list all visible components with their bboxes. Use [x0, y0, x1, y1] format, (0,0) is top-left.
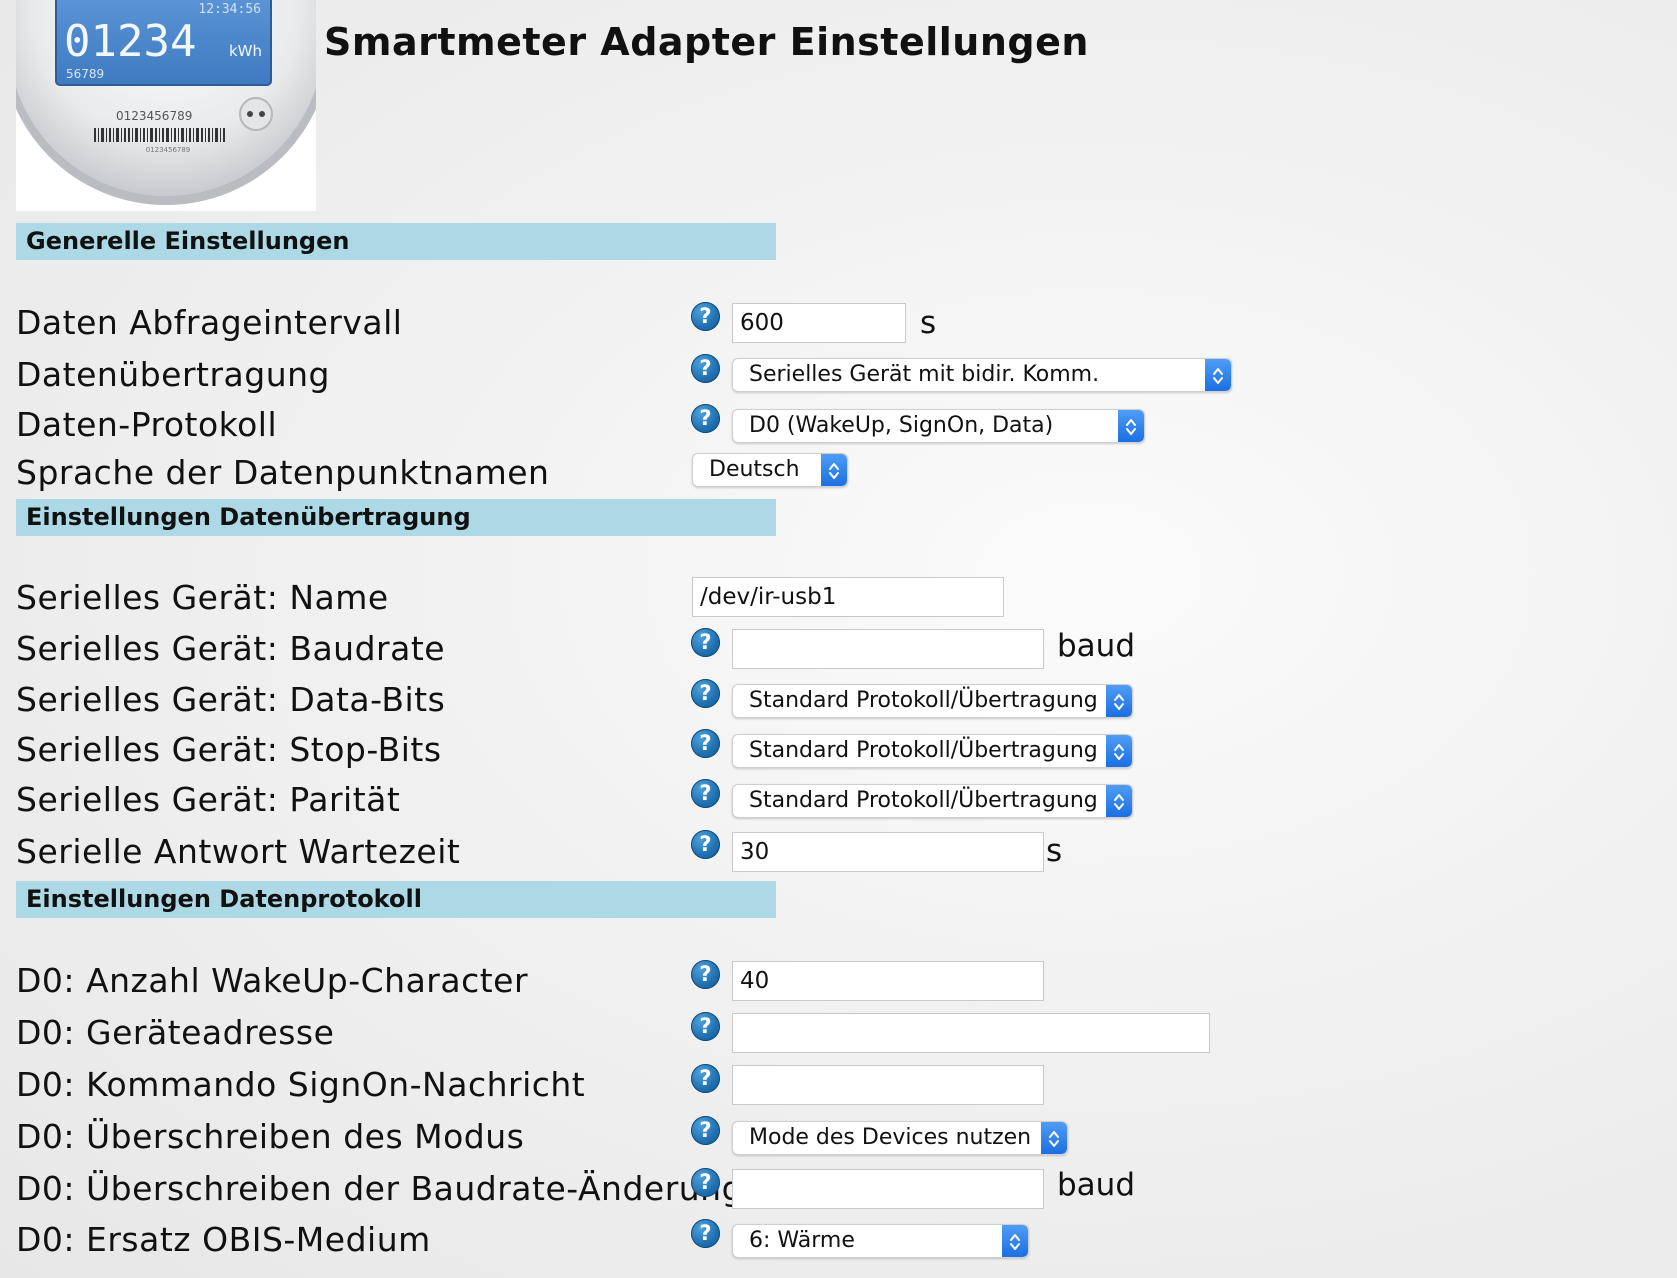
help-icon[interactable]: ? [691, 1219, 720, 1248]
serial-stopbits-value: Standard Protokoll/Übertragung [749, 738, 1098, 763]
page-title: Smartmeter Adapter Einstellungen [324, 20, 1089, 64]
serial-wait-unit: s [1046, 833, 1063, 869]
section-protocol-header: Einstellungen Datenprotokoll [16, 881, 776, 918]
smart-meter-icon: 12:34:56 01234 kWh 56789 0123456789 0123… [16, 0, 316, 205]
d0-baud-override-input[interactable] [732, 1169, 1044, 1209]
label-d0-wakeup: D0: Anzahl WakeUp-Character [16, 961, 529, 1000]
section-general-header: Generelle Einstellungen [16, 223, 776, 260]
help-icon[interactable]: ? [691, 1116, 720, 1145]
help-icon[interactable]: ? [691, 779, 720, 808]
serial-parity-select[interactable]: Standard Protokoll/Übertragung [732, 784, 1133, 818]
label-serial-databits: Serielles Gerät: Data-Bits [16, 680, 446, 719]
language-value: Deutsch [709, 457, 800, 482]
help-icon[interactable]: ? [691, 830, 720, 859]
d0-address-input[interactable] [732, 1013, 1210, 1053]
d0-mode-select[interactable]: Mode des Devices nutzen [732, 1121, 1068, 1155]
interval-unit: s [920, 305, 937, 341]
logo-small-number: 56789 [66, 67, 104, 81]
d0-obis-select[interactable]: 6: Wärme [732, 1224, 1029, 1258]
label-d0-address: D0: Geräteadresse [16, 1013, 335, 1052]
serial-wait-input[interactable]: 30 [732, 832, 1044, 872]
help-icon[interactable]: ? [691, 1064, 720, 1093]
serial-name-input[interactable]: /dev/ir-usb1 [692, 577, 1004, 617]
label-d0-obis: D0: Ersatz OBIS-Medium [16, 1220, 431, 1259]
serial-stopbits-select[interactable]: Standard Protokoll/Übertragung [732, 734, 1133, 768]
label-serial-stopbits: Serielles Gerät: Stop-Bits [16, 730, 442, 769]
help-icon[interactable]: ? [691, 302, 720, 331]
label-interval: Daten Abfrageintervall [16, 303, 403, 342]
help-icon[interactable]: ? [691, 960, 720, 989]
logo-time: 12:34:56 [198, 2, 261, 17]
protocol-value: D0 (WakeUp, SignOn, Data) [749, 413, 1054, 438]
help-icon[interactable]: ? [691, 628, 720, 657]
updown-chevron-icon [821, 454, 847, 486]
smart-meter-logo: 12:34:56 01234 kWh 56789 0123456789 0123… [16, 0, 316, 211]
transmission-select[interactable]: Serielles Gerät mit bidir. Komm. [732, 358, 1232, 392]
logo-barcode-text: 0123456789 [146, 146, 191, 154]
logo-unit: kWh [229, 42, 262, 60]
updown-chevron-icon [1002, 1225, 1028, 1257]
logo-serial: 0123456789 [116, 109, 192, 123]
label-d0-signon: D0: Kommando SignOn-Nachricht [16, 1065, 586, 1104]
serial-parity-value: Standard Protokoll/Übertragung [749, 788, 1098, 813]
interval-input[interactable]: 600 [732, 303, 906, 343]
label-serial-baud: Serielles Gerät: Baudrate [16, 629, 446, 668]
serial-baud-input[interactable] [732, 629, 1044, 669]
logo-reading: 01234 [64, 16, 196, 67]
d0-mode-value: Mode des Devices nutzen [749, 1125, 1032, 1150]
d0-obis-value: 6: Wärme [749, 1228, 855, 1253]
updown-chevron-icon [1205, 359, 1231, 391]
serial-baud-unit: baud [1057, 628, 1135, 664]
updown-chevron-icon [1106, 685, 1132, 717]
label-serial-name: Serielles Gerät: Name [16, 578, 389, 617]
label-serial-parity: Serielles Gerät: Parität [16, 780, 401, 819]
barcode [94, 128, 225, 142]
transmission-value: Serielles Gerät mit bidir. Komm. [749, 362, 1100, 387]
help-icon[interactable]: ? [691, 679, 720, 708]
help-icon[interactable]: ? [691, 404, 720, 433]
updown-chevron-icon [1106, 785, 1132, 817]
language-select[interactable]: Deutsch [692, 453, 848, 487]
serial-databits-value: Standard Protokoll/Übertragung [749, 688, 1098, 713]
d0-signon-input[interactable] [732, 1065, 1044, 1105]
label-protocol: Daten-Protokoll [16, 405, 278, 444]
help-icon[interactable]: ? [691, 354, 720, 383]
help-icon[interactable]: ? [691, 729, 720, 758]
updown-chevron-icon [1106, 735, 1132, 767]
updown-chevron-icon [1041, 1122, 1067, 1154]
help-icon[interactable]: ? [691, 1012, 720, 1041]
help-icon[interactable]: ? [691, 1168, 720, 1197]
label-language: Sprache der Datenpunktnamen [16, 453, 550, 492]
section-transfer-header: Einstellungen Datenübertragung [16, 499, 776, 536]
serial-databits-select[interactable]: Standard Protokoll/Übertragung [732, 684, 1133, 718]
d0-baud-override-unit: baud [1057, 1167, 1135, 1203]
d0-wakeup-input[interactable]: 40 [732, 961, 1044, 1001]
label-d0-baud-override: D0: Überschreiben der Baudrate-Änderung [16, 1169, 744, 1208]
label-serial-wait: Serielle Antwort Wartezeit [16, 832, 461, 871]
updown-chevron-icon [1118, 410, 1144, 442]
protocol-select[interactable]: D0 (WakeUp, SignOn, Data) [732, 409, 1145, 443]
label-transmission: Datenübertragung [16, 355, 330, 394]
label-d0-mode: D0: Überschreiben des Modus [16, 1117, 525, 1156]
